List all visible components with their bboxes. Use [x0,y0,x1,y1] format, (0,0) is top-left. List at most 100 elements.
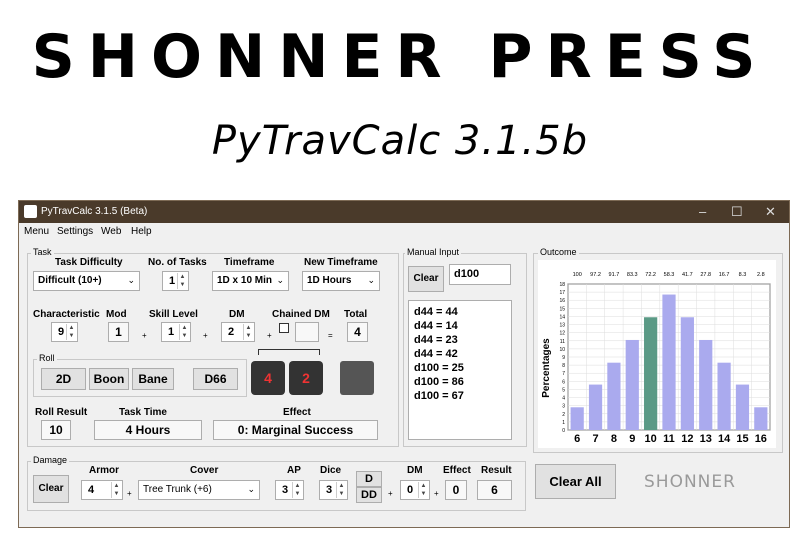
ap-label: AP [287,465,301,476]
roll-result-value: 10 [41,420,71,440]
plus-op: + [434,489,439,498]
spin-arrows-icon[interactable]: ▲ ▼ [177,273,187,289]
x-tick-label: 9 [629,433,635,445]
y-tick-label: 14 [559,314,565,320]
skill-level-value: 1 [168,326,175,338]
effect-label: Effect [283,407,311,418]
chevron-down-icon: ⌄ [247,484,255,494]
roll-2d-button[interactable]: 2D [41,368,86,390]
dm-label: DM [229,309,245,320]
total-value: 4 [347,322,368,342]
ap-spinner[interactable]: 3 ▲ ▼ [275,480,304,500]
num-tasks-spinner[interactable]: 1 ▲ ▼ [162,271,189,291]
d66-button[interactable]: D66 [193,368,238,390]
damage-effect-value: 0 [445,480,467,500]
armor-spinner[interactable]: 4 ▲ ▼ [81,480,123,500]
timeframe-label: Timeframe [224,257,275,268]
damage-clear-button[interactable]: Clear [33,475,69,503]
num-tasks-value: 1 [169,275,176,287]
spin-arrows-icon[interactable]: ▲ ▼ [66,324,76,340]
window-title: PyTravCalc 3.1.5 (Beta) [41,206,148,217]
top-label: 8.3 [739,272,747,278]
characteristic-label: Characteristic [33,309,100,320]
shonner-logo: SHONNER [644,472,736,492]
skill-level-label: Skill Level [149,309,198,320]
y-tick-label: 7 [562,371,565,377]
bar-15 [735,384,750,430]
menu-item-help[interactable]: Help [131,226,152,237]
menu-item-web[interactable]: Web [101,226,121,237]
spin-arrows-icon[interactable]: ▲ ▼ [292,482,302,498]
y-tick-label: 12 [559,331,565,337]
task-difficulty-select[interactable]: Difficult (10+) ⌄ [33,271,140,291]
damage-result-value: 6 [477,480,512,500]
spin-arrows-icon[interactable]: ▲ ▼ [336,482,346,498]
damage-dm-label: DM [407,465,423,476]
die-image: 4 [251,361,285,395]
skill-level-spinner[interactable]: 1 ▲ ▼ [161,322,191,342]
top-label: 72.2 [645,272,656,278]
y-tick-label: 16 [559,298,565,304]
log-entry: d44 = 42 [414,348,458,360]
damage-dm-spinner[interactable]: 0 ▲ ▼ [400,480,430,500]
bar-9 [625,339,639,430]
cover-select[interactable]: Tree Trunk (+6) ⌄ [138,480,260,500]
top-label: 16.7 [719,272,730,278]
cover-value: Tree Trunk (+6) [143,484,212,495]
boon-button[interactable]: Boon [89,368,129,390]
clear-all-button[interactable]: Clear All [535,464,616,499]
d-button[interactable]: D [356,471,382,487]
outcome-chart: 100 97.2 91.7 83.3 72.2 58.3 41.7 27.8 16.7 8.3 2.… [538,260,776,448]
spin-arrows-icon[interactable]: ▲ ▼ [179,324,189,340]
outcome-label: Outcome [538,247,579,257]
x-tick-label: 7 [592,433,598,445]
log-entry: d44 = 14 [414,320,458,332]
spin-arrows-icon[interactable]: ▲ ▼ [111,482,121,498]
timeframe-select[interactable]: 1D x 10 Min ⌄ [212,271,289,291]
timeframe-value: 1D x 10 Min [217,275,273,286]
x-tick-label: 6 [574,433,580,445]
y-tick-label: 17 [559,290,565,296]
manual-clear-button[interactable]: Clear [408,266,444,292]
plus-op: + [267,331,272,340]
dd-button[interactable]: DD [356,487,382,503]
menu-item-menu[interactable]: Menu [24,226,49,237]
new-timeframe-select[interactable]: 1D Hours ⌄ [302,271,380,291]
menu-item-settings[interactable]: Settings [57,226,93,237]
log-entry: d44 = 44 [414,306,458,318]
chained-dm-label: Chained DM [272,309,330,320]
bar-12 [680,317,694,430]
plus-op: + [388,489,393,498]
new-timeframe-label: New Timeframe [304,257,378,268]
x-tick-label: 13 [700,433,712,445]
task-group-label: Task [31,247,54,257]
dm-spinner[interactable]: 2 ▲ ▼ [221,322,255,342]
characteristic-spinner[interactable]: 9 ▲ ▼ [51,322,78,342]
task-time-label: Task Time [119,407,167,418]
y-tick-label: 0 [562,428,565,434]
bar-10 [644,317,658,430]
manual-log-list: d44 = 44 d44 = 14 d44 = 23 d44 = 42 d100… [408,300,512,440]
title-bar: PyTravCalc 3.1.5 (Beta) – ☐ ✕ [19,201,789,223]
minimize-icon[interactable]: – [699,204,706,219]
spin-arrows-icon[interactable]: ▲ ▼ [418,482,428,498]
y-tick-label: 4 [562,396,565,402]
spin-arrows-icon[interactable]: ▲ ▼ [243,324,253,340]
log-entry: d44 = 23 [414,334,458,346]
chained-dm-checkbox[interactable] [279,323,289,333]
app-subtitle: PyTravCalc 3.1.5b [211,118,589,164]
bane-button[interactable]: Bane [132,368,174,390]
y-tick-label: 9 [562,355,565,361]
chevron-down-icon: ⌄ [276,275,284,285]
dice-count-spinner[interactable]: 3 ▲ ▼ [319,480,348,500]
cover-label: Cover [190,465,219,476]
close-icon[interactable]: ✕ [765,204,776,220]
manual-input-field[interactable]: d100 [449,264,511,285]
y-tick-label: 11 [560,339,565,345]
bar-16 [754,407,768,430]
maximize-icon[interactable]: ☐ [731,204,743,220]
task-difficulty-value: Difficult (10+) [38,275,102,286]
top-label: 58.3 [664,272,675,278]
y-tick-label: 8 [562,363,565,369]
dice-count-label: Dice [320,465,342,476]
